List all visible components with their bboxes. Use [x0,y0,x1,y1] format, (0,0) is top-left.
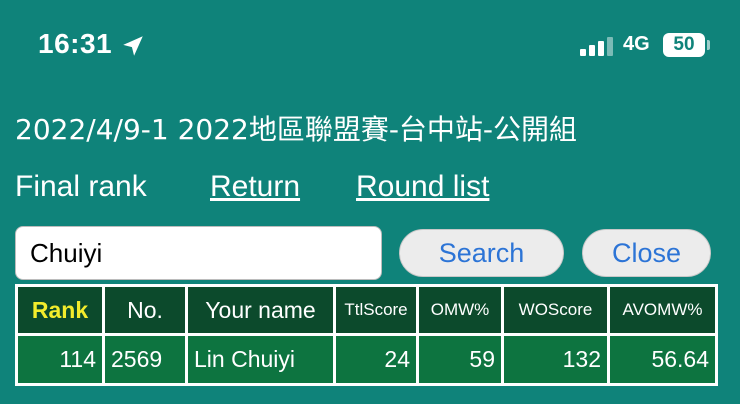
battery-tip [707,40,710,50]
table-row[interactable]: 114 2569 Lin Chuiyi 24 59 132 56.64 [15,333,718,386]
status-time: 16:31 [38,28,113,59]
round-list-link[interactable]: Round list [356,170,489,204]
results-table: Rank No. Your name TtlScore OMW% WOScore… [15,284,718,386]
network-type: 4G [623,33,650,55]
search-input[interactable] [15,226,382,280]
header-number: No. [102,284,188,336]
cell-wo-score: 132 [501,333,610,386]
header-avomw-percent: AVOMW% [607,284,718,336]
battery-icon: 50 [663,33,705,57]
cell-avomw-percent: 56.64 [607,333,718,386]
cell-total-score: 24 [333,333,419,386]
cell-number: 2569 [102,333,188,386]
header-rank: Rank [15,284,105,336]
header-your-name: Your name [185,284,336,336]
location-arrow-icon [123,36,143,56]
cellular-signal-icon [580,37,613,56]
header-total-score: TtlScore [333,284,419,336]
search-button[interactable]: Search [399,229,564,277]
header-wo-score: WOScore [501,284,610,336]
cell-rank: 114 [15,333,105,386]
cell-name: Lin Chuiyi [185,333,336,386]
cell-omw-percent: 59 [416,333,504,386]
header-omw-percent: OMW% [416,284,504,336]
event-title: 2022/4/9-1 2022地區聯盟賽-台中站-公開組 [15,113,578,146]
status-bar: 16:31 4G 50 [0,0,740,92]
final-rank-label: Final rank [15,170,147,203]
close-button[interactable]: Close [582,229,711,277]
return-link[interactable]: Return [210,170,300,204]
table-header-row: Rank No. Your name TtlScore OMW% WOScore… [15,284,718,336]
